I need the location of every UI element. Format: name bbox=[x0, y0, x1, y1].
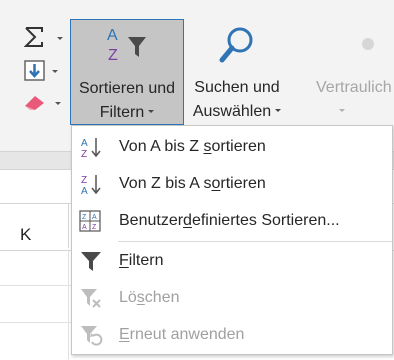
svg-text:Z: Z bbox=[108, 47, 118, 64]
chevron-down-icon bbox=[339, 108, 345, 112]
column-divider bbox=[68, 204, 69, 248]
svg-text:Z: Z bbox=[81, 149, 87, 158]
svg-text:A: A bbox=[81, 138, 88, 149]
sort-filter-button[interactable]: A Z Sortieren und Filtern bbox=[70, 19, 184, 125]
magnifier-icon bbox=[219, 27, 253, 63]
menu-item-label: Erneut anwenden bbox=[119, 326, 245, 343]
menu-item-label: Löschen bbox=[119, 289, 180, 306]
filter-icon bbox=[81, 252, 101, 271]
confidentiality-caret bbox=[310, 100, 394, 124]
menu-item-label: Von Z bis A sortieren bbox=[119, 175, 266, 192]
fill-down-icon[interactable] bbox=[24, 60, 46, 82]
eraser-icon[interactable] bbox=[22, 92, 48, 112]
chevron-down-icon[interactable] bbox=[57, 37, 63, 40]
sort-filter-label-line2: Filtern bbox=[71, 101, 183, 125]
grid-line bbox=[0, 285, 72, 286]
menu-item-custom-sort[interactable]: Z A A Z Benutzerdefiniertes Sortieren... bbox=[72, 203, 392, 239]
menu-item-sort-z-a[interactable]: Z A Von Z bis A sortieren bbox=[72, 166, 392, 202]
find-select-label-line2: Auswählen bbox=[186, 100, 288, 124]
svg-text:Z: Z bbox=[81, 175, 87, 186]
svg-text:A: A bbox=[82, 224, 87, 231]
chevron-down-icon bbox=[148, 109, 155, 113]
clear-filter-icon bbox=[81, 289, 101, 308]
menu-item-label: Benutzerdefiniertes Sortieren... bbox=[119, 212, 340, 229]
menu-item-label: Von A bis Z sortieren bbox=[119, 138, 266, 155]
grid-line bbox=[0, 322, 72, 323]
sensitivity-icon bbox=[362, 38, 374, 50]
confidentiality-button[interactable]: Vertraulich bbox=[310, 19, 394, 125]
chevron-down-icon[interactable] bbox=[55, 102, 61, 105]
find-select-button[interactable]: Suchen und Auswählen bbox=[186, 19, 288, 125]
sort-filter-menu: A Z Von A bis Z sortieren Z A Von Z bis … bbox=[71, 125, 393, 355]
chevron-down-icon bbox=[275, 108, 282, 112]
find-select-label-line1: Suchen und bbox=[194, 79, 280, 96]
sort-ascending-icon: A Z bbox=[81, 138, 101, 158]
menu-item-filter[interactable]: Filtern bbox=[72, 243, 392, 279]
sort-filter-label-line1: Sortieren und bbox=[78, 80, 176, 97]
svg-text:Z: Z bbox=[82, 214, 87, 221]
grid-line bbox=[68, 249, 69, 360]
sort-filter-icon: A Z bbox=[107, 27, 146, 64]
autosum-icon[interactable] bbox=[24, 26, 46, 48]
menu-separator bbox=[118, 241, 392, 242]
menu-item-reapply[interactable]: Erneut anwenden bbox=[72, 317, 392, 353]
svg-text:A: A bbox=[107, 27, 118, 44]
svg-text:A: A bbox=[92, 214, 97, 221]
reapply-filter-icon bbox=[81, 326, 103, 346]
menu-item-sort-a-z[interactable]: A Z Von A bis Z sortieren bbox=[72, 129, 392, 165]
menu-item-clear[interactable]: Löschen bbox=[72, 280, 392, 316]
confidentiality-label: Vertraulich bbox=[316, 79, 392, 96]
svg-text:Z: Z bbox=[92, 224, 97, 231]
svg-text:A: A bbox=[81, 186, 88, 195]
chevron-down-icon[interactable] bbox=[52, 70, 58, 73]
column-header-k[interactable]: K bbox=[20, 225, 31, 245]
menu-item-label: Filtern bbox=[119, 252, 164, 269]
custom-sort-icon: Z A A Z bbox=[79, 210, 101, 232]
sort-descending-icon: Z A bbox=[81, 175, 101, 195]
